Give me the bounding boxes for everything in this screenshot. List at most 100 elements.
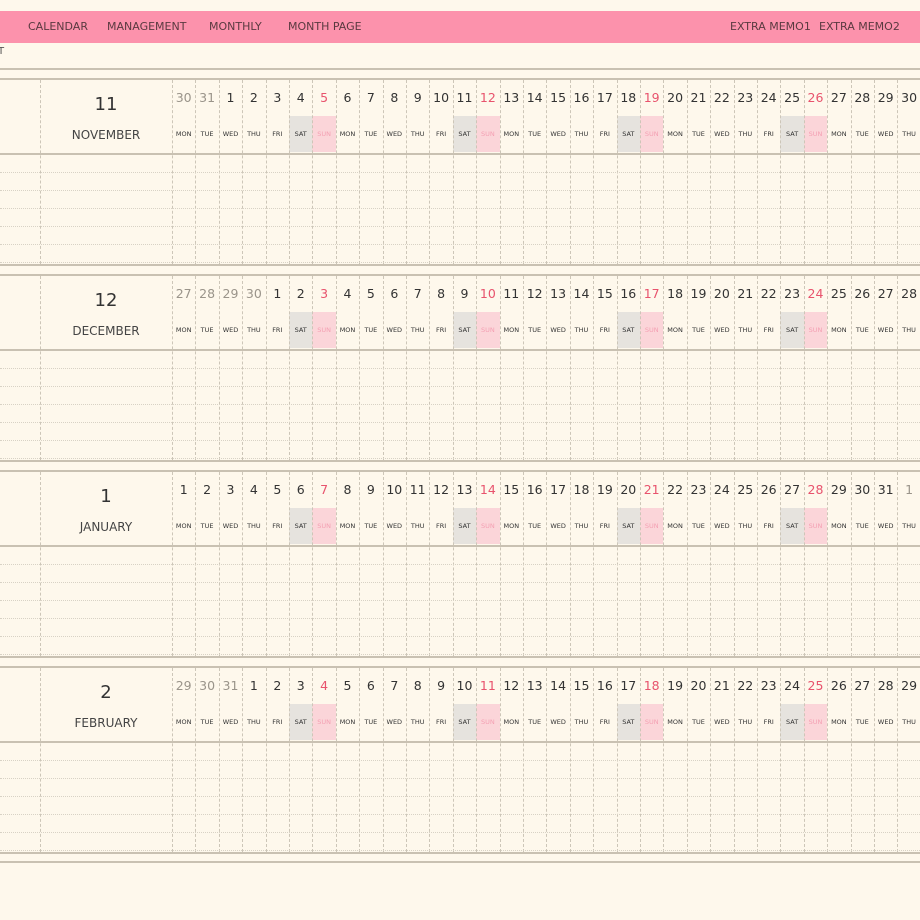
day-number[interactable]: 31 bbox=[874, 482, 897, 497]
day-number[interactable]: 17 bbox=[640, 286, 663, 301]
day-number[interactable]: 27 bbox=[851, 678, 874, 693]
day-number[interactable]: 26 bbox=[804, 90, 827, 105]
day-number[interactable]: 25 bbox=[734, 482, 757, 497]
day-number[interactable]: 27 bbox=[827, 90, 850, 105]
day-number[interactable]: 10 bbox=[429, 90, 452, 105]
day-number[interactable]: 23 bbox=[734, 90, 757, 105]
day-number[interactable]: 21 bbox=[640, 482, 663, 497]
day-number[interactable]: 28 bbox=[851, 90, 874, 105]
day-number[interactable]: 2 bbox=[195, 482, 218, 497]
day-number[interactable]: 17 bbox=[593, 90, 616, 105]
day-number[interactable]: 6 bbox=[359, 678, 382, 693]
nav-month-page-link[interactable]: MONTH PAGE bbox=[288, 11, 362, 43]
day-number[interactable]: 2 bbox=[289, 286, 312, 301]
day-number[interactable]: 4 bbox=[242, 482, 265, 497]
day-number[interactable]: 29 bbox=[897, 678, 920, 693]
day-number[interactable]: 17 bbox=[617, 678, 640, 693]
day-number[interactable]: 8 bbox=[336, 482, 359, 497]
day-number[interactable]: 19 bbox=[687, 286, 710, 301]
day-number[interactable]: 7 bbox=[359, 90, 382, 105]
day-number[interactable]: 26 bbox=[851, 286, 874, 301]
day-number[interactable]: 2 bbox=[266, 678, 289, 693]
day-number[interactable]: 11 bbox=[453, 90, 476, 105]
day-number[interactable]: 7 bbox=[312, 482, 335, 497]
day-number[interactable]: 14 bbox=[523, 90, 546, 105]
day-number[interactable]: 13 bbox=[523, 678, 546, 693]
day-number[interactable]: 8 bbox=[429, 286, 452, 301]
day-number[interactable]: 20 bbox=[710, 286, 733, 301]
day-number[interactable]: 29 bbox=[172, 678, 195, 693]
day-number[interactable]: 3 bbox=[219, 482, 242, 497]
day-number[interactable]: 1 bbox=[897, 482, 920, 497]
day-number[interactable]: 25 bbox=[827, 286, 850, 301]
day-number[interactable]: 22 bbox=[757, 286, 780, 301]
day-number[interactable]: 26 bbox=[757, 482, 780, 497]
day-number[interactable]: 12 bbox=[500, 678, 523, 693]
day-number[interactable]: 10 bbox=[476, 286, 499, 301]
day-number[interactable]: 23 bbox=[757, 678, 780, 693]
day-number[interactable]: 9 bbox=[453, 286, 476, 301]
day-number[interactable]: 4 bbox=[336, 286, 359, 301]
day-number[interactable]: 30 bbox=[851, 482, 874, 497]
day-number[interactable]: 3 bbox=[289, 678, 312, 693]
day-number[interactable]: 6 bbox=[383, 286, 406, 301]
day-number[interactable]: 23 bbox=[687, 482, 710, 497]
day-number[interactable]: 30 bbox=[897, 90, 920, 105]
day-number[interactable]: 1 bbox=[266, 286, 289, 301]
day-number[interactable]: 3 bbox=[312, 286, 335, 301]
day-number[interactable]: 29 bbox=[874, 90, 897, 105]
day-number[interactable]: 24 bbox=[780, 678, 803, 693]
day-number[interactable]: 18 bbox=[617, 90, 640, 105]
day-number[interactable]: 19 bbox=[663, 678, 686, 693]
day-number[interactable]: 13 bbox=[546, 286, 569, 301]
day-number[interactable]: 14 bbox=[476, 482, 499, 497]
day-number[interactable]: 27 bbox=[172, 286, 195, 301]
day-number[interactable]: 21 bbox=[710, 678, 733, 693]
day-number[interactable]: 24 bbox=[804, 286, 827, 301]
nav-calendar-link[interactable]: CALENDAR bbox=[28, 11, 88, 43]
day-number[interactable]: 27 bbox=[874, 286, 897, 301]
day-number[interactable]: 26 bbox=[827, 678, 850, 693]
day-number[interactable]: 5 bbox=[359, 286, 382, 301]
day-number[interactable]: 12 bbox=[476, 90, 499, 105]
day-number[interactable]: 16 bbox=[593, 678, 616, 693]
day-number[interactable]: 6 bbox=[289, 482, 312, 497]
day-number[interactable]: 24 bbox=[710, 482, 733, 497]
day-number[interactable]: 15 bbox=[500, 482, 523, 497]
day-number[interactable]: 29 bbox=[219, 286, 242, 301]
day-number[interactable]: 5 bbox=[336, 678, 359, 693]
day-number[interactable]: 14 bbox=[570, 286, 593, 301]
day-number[interactable]: 18 bbox=[640, 678, 663, 693]
day-number[interactable]: 3 bbox=[266, 90, 289, 105]
day-number[interactable]: 17 bbox=[546, 482, 569, 497]
day-number[interactable]: 11 bbox=[476, 678, 499, 693]
day-number[interactable]: 6 bbox=[336, 90, 359, 105]
day-number[interactable]: 19 bbox=[593, 482, 616, 497]
day-number[interactable]: 7 bbox=[406, 286, 429, 301]
day-number[interactable]: 2 bbox=[242, 90, 265, 105]
day-number[interactable]: 13 bbox=[500, 90, 523, 105]
day-number[interactable]: 1 bbox=[172, 482, 195, 497]
day-number[interactable]: 20 bbox=[687, 678, 710, 693]
day-number[interactable]: 20 bbox=[617, 482, 640, 497]
day-number[interactable]: 9 bbox=[359, 482, 382, 497]
day-number[interactable]: 28 bbox=[804, 482, 827, 497]
day-number[interactable]: 5 bbox=[266, 482, 289, 497]
nav-management-link[interactable]: MANAGEMENT bbox=[107, 11, 186, 43]
day-number[interactable]: 16 bbox=[617, 286, 640, 301]
day-number[interactable]: 19 bbox=[640, 90, 663, 105]
day-number[interactable]: 30 bbox=[172, 90, 195, 105]
day-number[interactable]: 22 bbox=[710, 90, 733, 105]
day-number[interactable]: 18 bbox=[570, 482, 593, 497]
day-number[interactable]: 8 bbox=[406, 678, 429, 693]
day-number[interactable]: 29 bbox=[827, 482, 850, 497]
day-number[interactable]: 28 bbox=[897, 286, 920, 301]
day-number[interactable]: 4 bbox=[289, 90, 312, 105]
day-number[interactable]: 8 bbox=[383, 90, 406, 105]
day-number[interactable]: 27 bbox=[780, 482, 803, 497]
day-number[interactable]: 5 bbox=[312, 90, 335, 105]
day-number[interactable]: 10 bbox=[453, 678, 476, 693]
day-number[interactable]: 16 bbox=[570, 90, 593, 105]
nav-monthly-link[interactable]: MONTHLY bbox=[209, 11, 262, 43]
day-number[interactable]: 7 bbox=[383, 678, 406, 693]
